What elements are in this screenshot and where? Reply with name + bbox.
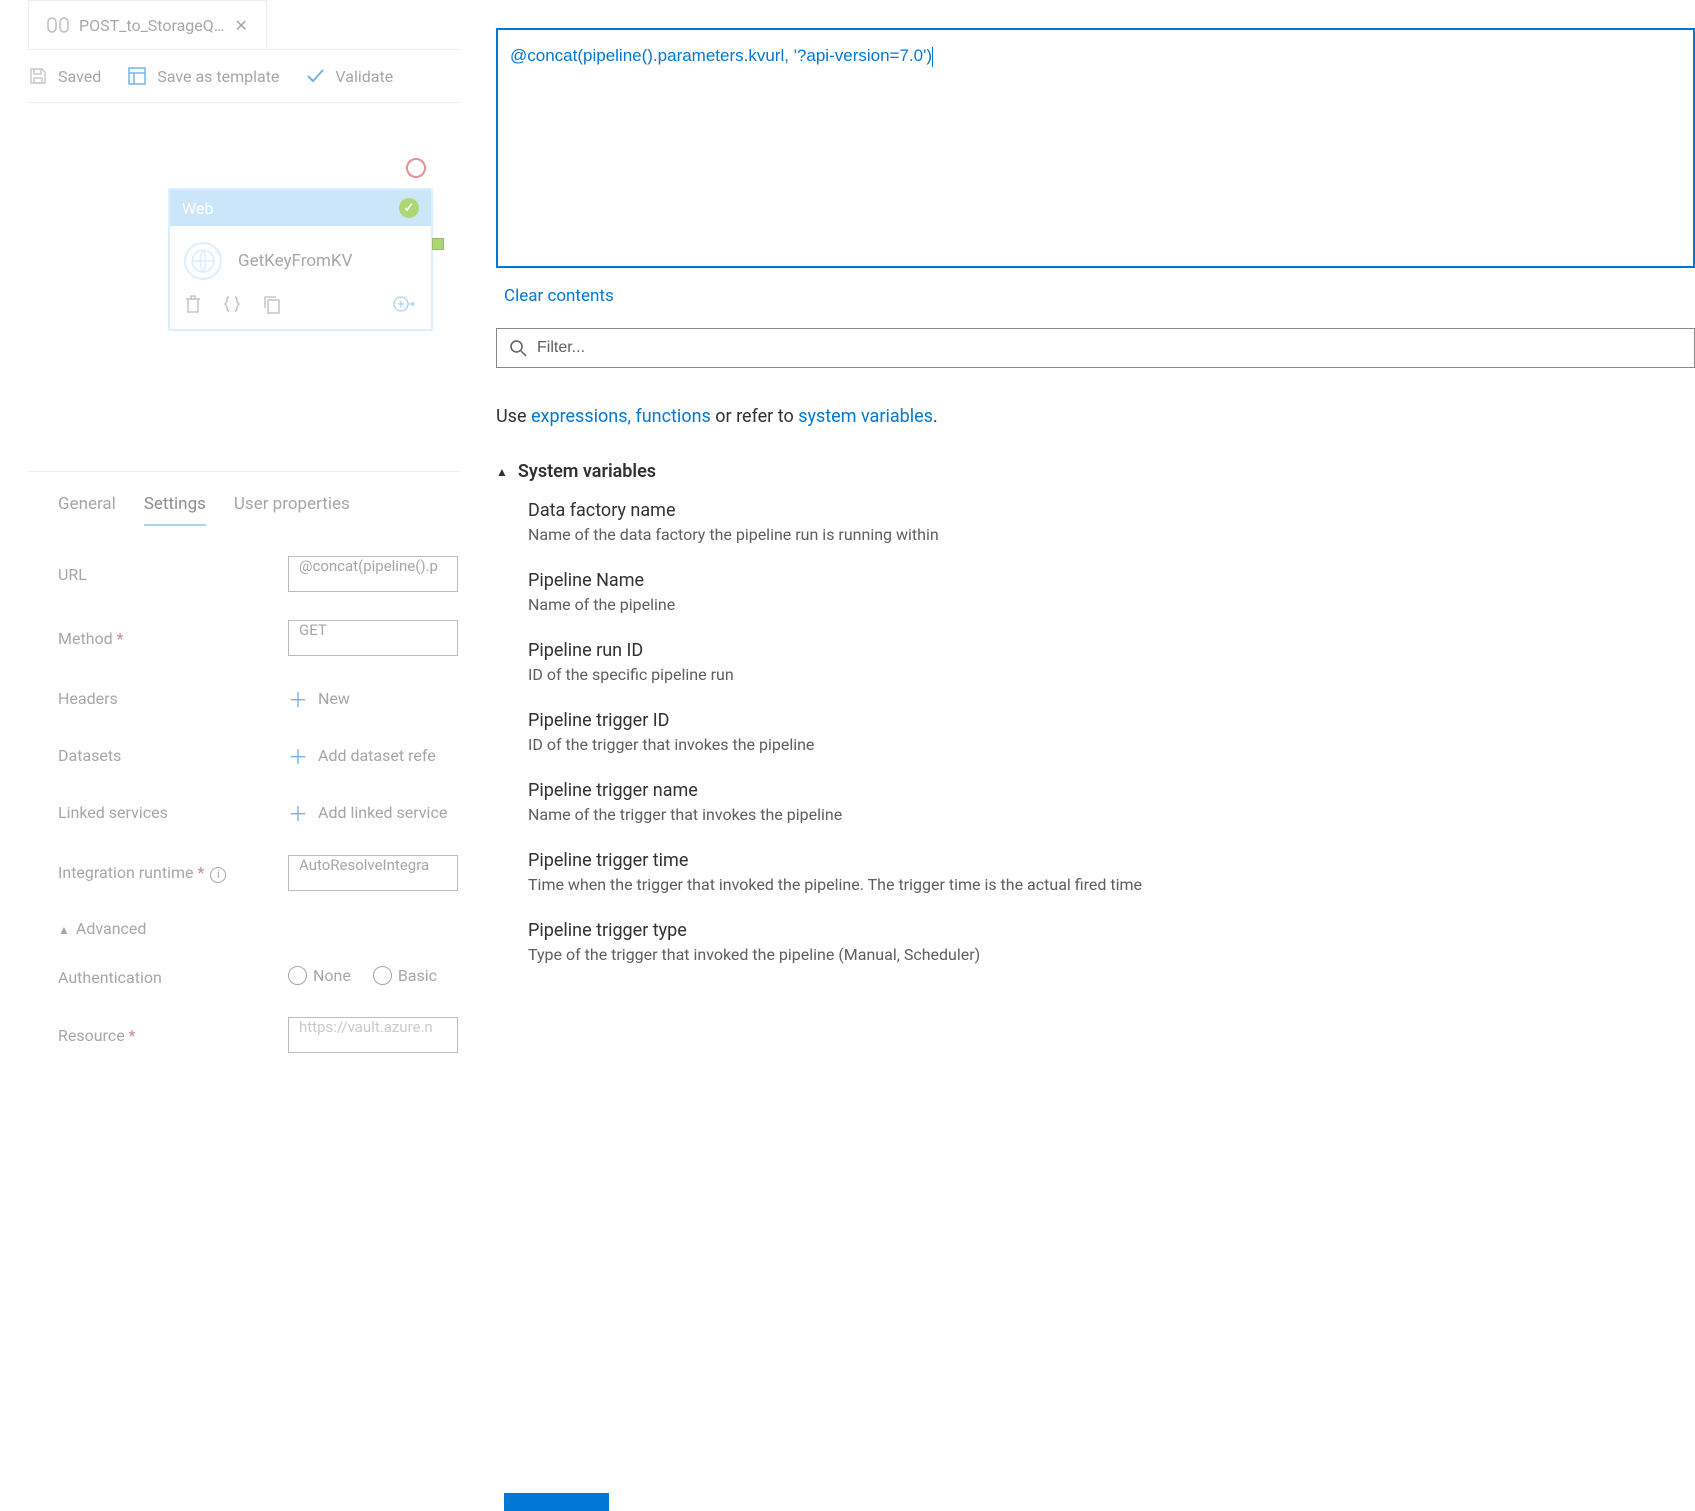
validate-button[interactable]: Validate — [305, 66, 393, 86]
caret-down-icon: ▲ — [496, 465, 508, 479]
close-icon[interactable]: ✕ — [234, 16, 247, 35]
check-icon — [305, 66, 325, 86]
braces-icon[interactable] — [222, 294, 242, 319]
sysvar-desc: ID of the specific pipeline run — [528, 665, 1695, 684]
sysvar-item[interactable]: Pipeline trigger type Type of the trigge… — [528, 920, 1695, 964]
tab-user-properties[interactable]: User properties — [234, 494, 350, 526]
sysvar-item[interactable]: Pipeline trigger time Time when the trig… — [528, 850, 1695, 894]
validate-label: Validate — [335, 67, 393, 86]
plus-icon: ＋ — [288, 798, 308, 827]
activity-name: GetKeyFromKV — [238, 251, 352, 271]
settings-form: URL @concat(pipeline().p Method * GET He… — [58, 556, 460, 1053]
success-connector[interactable] — [432, 238, 444, 250]
add-header-button[interactable]: ＋New — [288, 684, 350, 713]
system-variables-list: Data factory name Name of the data facto… — [528, 500, 1695, 964]
sysvar-desc: Name of the pipeline — [528, 595, 1695, 614]
search-icon — [509, 339, 527, 357]
system-variables-section-header[interactable]: ▲ System variables — [496, 461, 1695, 482]
sysvar-item[interactable]: Pipeline trigger ID ID of the trigger th… — [528, 710, 1695, 754]
auth-none-radio[interactable]: None — [288, 966, 351, 985]
finish-button[interactable] — [504, 1493, 609, 1511]
filter-input[interactable] — [537, 339, 1682, 357]
tab-settings[interactable]: Settings — [144, 494, 206, 526]
headers-label: Headers — [58, 689, 288, 708]
pipeline-tab[interactable]: POST_to_StorageQ… ✕ — [28, 0, 267, 49]
expression-textarea[interactable]: @concat(pipeline().parameters.kvurl, '?a… — [496, 28, 1695, 268]
plus-icon: ＋ — [288, 684, 308, 713]
template-icon — [127, 66, 147, 86]
pipeline-icon — [47, 17, 69, 33]
sysvar-item[interactable]: Pipeline run ID ID of the specific pipel… — [528, 640, 1695, 684]
plus-icon: ＋ — [288, 741, 308, 770]
authentication-label: Authentication — [58, 968, 288, 987]
sysvar-item[interactable]: Pipeline Name Name of the pipeline — [528, 570, 1695, 614]
resource-input[interactable]: https://vault.azure.n — [288, 1017, 458, 1053]
filter-input-container[interactable] — [496, 328, 1695, 368]
sysvar-item[interactable]: Pipeline trigger name Name of the trigge… — [528, 780, 1695, 824]
sysvar-name: Pipeline trigger ID — [528, 710, 1695, 731]
add-output-icon[interactable] — [393, 298, 417, 319]
sysvar-name: Pipeline run ID — [528, 640, 1695, 661]
auth-basic-radio[interactable]: Basic — [373, 966, 437, 985]
method-select[interactable]: GET — [288, 620, 458, 656]
tab-general[interactable]: General — [58, 494, 116, 526]
toolbar: Saved Save as template Validate — [0, 50, 460, 102]
tab-bar: POST_to_StorageQ… ✕ — [28, 0, 460, 50]
expression-hint: Use expressions, functions or refer to s… — [496, 406, 1695, 427]
url-label: URL — [58, 565, 288, 584]
info-icon[interactable]: i — [210, 867, 226, 883]
save-as-template-label: Save as template — [157, 67, 279, 86]
delete-icon[interactable] — [184, 294, 202, 319]
add-dataset-button[interactable]: ＋Add dataset refe — [288, 741, 436, 770]
caret-down-icon: ▲ — [58, 923, 70, 937]
sysvar-desc: Time when the trigger that invoked the p… — [528, 875, 1695, 894]
url-input[interactable]: @concat(pipeline().p — [288, 556, 458, 592]
pipeline-canvas[interactable]: Web ✓ GetKeyFromKV — [28, 102, 460, 472]
sysvar-name: Pipeline Name — [528, 570, 1695, 591]
expression-value: @concat(pipeline().parameters.kvurl, '?a… — [510, 46, 932, 65]
sysvar-name: Pipeline trigger time — [528, 850, 1695, 871]
text-cursor — [932, 47, 933, 67]
detail-tabs: General Settings User properties — [28, 472, 460, 526]
globe-icon — [184, 242, 222, 280]
sysvar-desc: Name of the data factory the pipeline ru… — [528, 525, 1695, 544]
sysvar-name: Pipeline trigger name — [528, 780, 1695, 801]
saved-label: Saved — [58, 67, 101, 86]
activity-card[interactable]: Web ✓ GetKeyFromKV — [168, 188, 433, 331]
save-as-template-button[interactable]: Save as template — [127, 66, 279, 86]
sysvar-name: Pipeline trigger type — [528, 920, 1695, 941]
expression-builder-panel: @concat(pipeline().parameters.kvurl, '?a… — [494, 0, 1695, 1511]
sysvar-desc: Type of the trigger that invoked the pip… — [528, 945, 1695, 964]
save-icon — [28, 66, 48, 86]
tab-title: POST_to_StorageQ… — [79, 16, 224, 35]
datasets-label: Datasets — [58, 746, 288, 765]
resource-label: Resource * — [58, 1026, 288, 1045]
advanced-toggle[interactable]: ▲Advanced — [58, 919, 146, 938]
sysvar-desc: Name of the trigger that invokes the pip… — [528, 805, 1695, 824]
clear-contents-link[interactable]: Clear contents — [504, 286, 614, 306]
method-label: Method * — [58, 629, 288, 648]
system-variables-link[interactable]: system variables — [798, 406, 933, 427]
integration-runtime-label: Integration runtime *i — [58, 863, 288, 883]
success-icon: ✓ — [399, 198, 419, 218]
linked-services-label: Linked services — [58, 803, 288, 822]
deactivated-indicator-icon — [406, 158, 426, 178]
copy-icon[interactable] — [262, 294, 282, 319]
expressions-functions-link[interactable]: expressions, functions — [531, 406, 711, 427]
integration-runtime-select[interactable]: AutoResolveIntegra — [288, 855, 458, 891]
sysvar-name: Data factory name — [528, 500, 1695, 521]
add-linked-service-button[interactable]: ＋Add linked service — [288, 798, 447, 827]
activity-type: Web — [182, 199, 213, 218]
saved-status: Saved — [28, 66, 101, 86]
sysvar-desc: ID of the trigger that invokes the pipel… — [528, 735, 1695, 754]
sysvar-item[interactable]: Data factory name Name of the data facto… — [528, 500, 1695, 544]
